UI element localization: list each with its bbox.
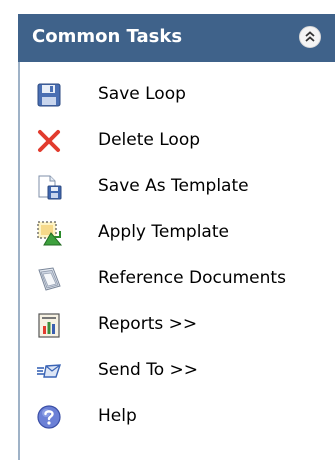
- panel-header[interactable]: Common Tasks: [18, 14, 335, 62]
- task-reference-documents[interactable]: Reference Documents: [20, 256, 335, 302]
- save-template-icon: [35, 173, 63, 201]
- task-label: Help: [98, 406, 137, 426]
- apply-template-icon: [35, 219, 63, 247]
- red-x-icon: [35, 127, 63, 155]
- floppy-disk-icon: [35, 81, 63, 109]
- report-icon: [35, 311, 63, 339]
- task-label: Send To >>: [98, 360, 199, 380]
- task-save-loop[interactable]: Save Loop: [20, 72, 335, 118]
- task-label: Save Loop: [98, 84, 186, 104]
- task-help[interactable]: Help: [20, 394, 335, 440]
- task-delete-loop[interactable]: Delete Loop: [20, 118, 335, 164]
- send-to-icon: [35, 357, 63, 385]
- task-apply-template[interactable]: Apply Template: [20, 210, 335, 256]
- panel-title: Common Tasks: [32, 26, 183, 47]
- reference-documents-icon: [35, 265, 63, 293]
- common-tasks-panel: Common Tasks Save Loop Delete Loop Save …: [0, 0, 335, 460]
- collapse-button[interactable]: [299, 26, 321, 48]
- help-icon: [35, 403, 63, 431]
- task-list: Save Loop Delete Loop Save As Template A…: [18, 62, 335, 460]
- task-label: Delete Loop: [98, 130, 201, 150]
- double-chevron-up-icon: [305, 31, 315, 42]
- task-save-as-template[interactable]: Save As Template: [20, 164, 335, 210]
- task-send-to[interactable]: Send To >>: [20, 348, 335, 394]
- task-label: Reports >>: [98, 314, 198, 334]
- task-label: Apply Template: [98, 222, 229, 242]
- task-label: Save As Template: [98, 176, 249, 196]
- task-reports[interactable]: Reports >>: [20, 302, 335, 348]
- task-label: Reference Documents: [98, 268, 286, 288]
